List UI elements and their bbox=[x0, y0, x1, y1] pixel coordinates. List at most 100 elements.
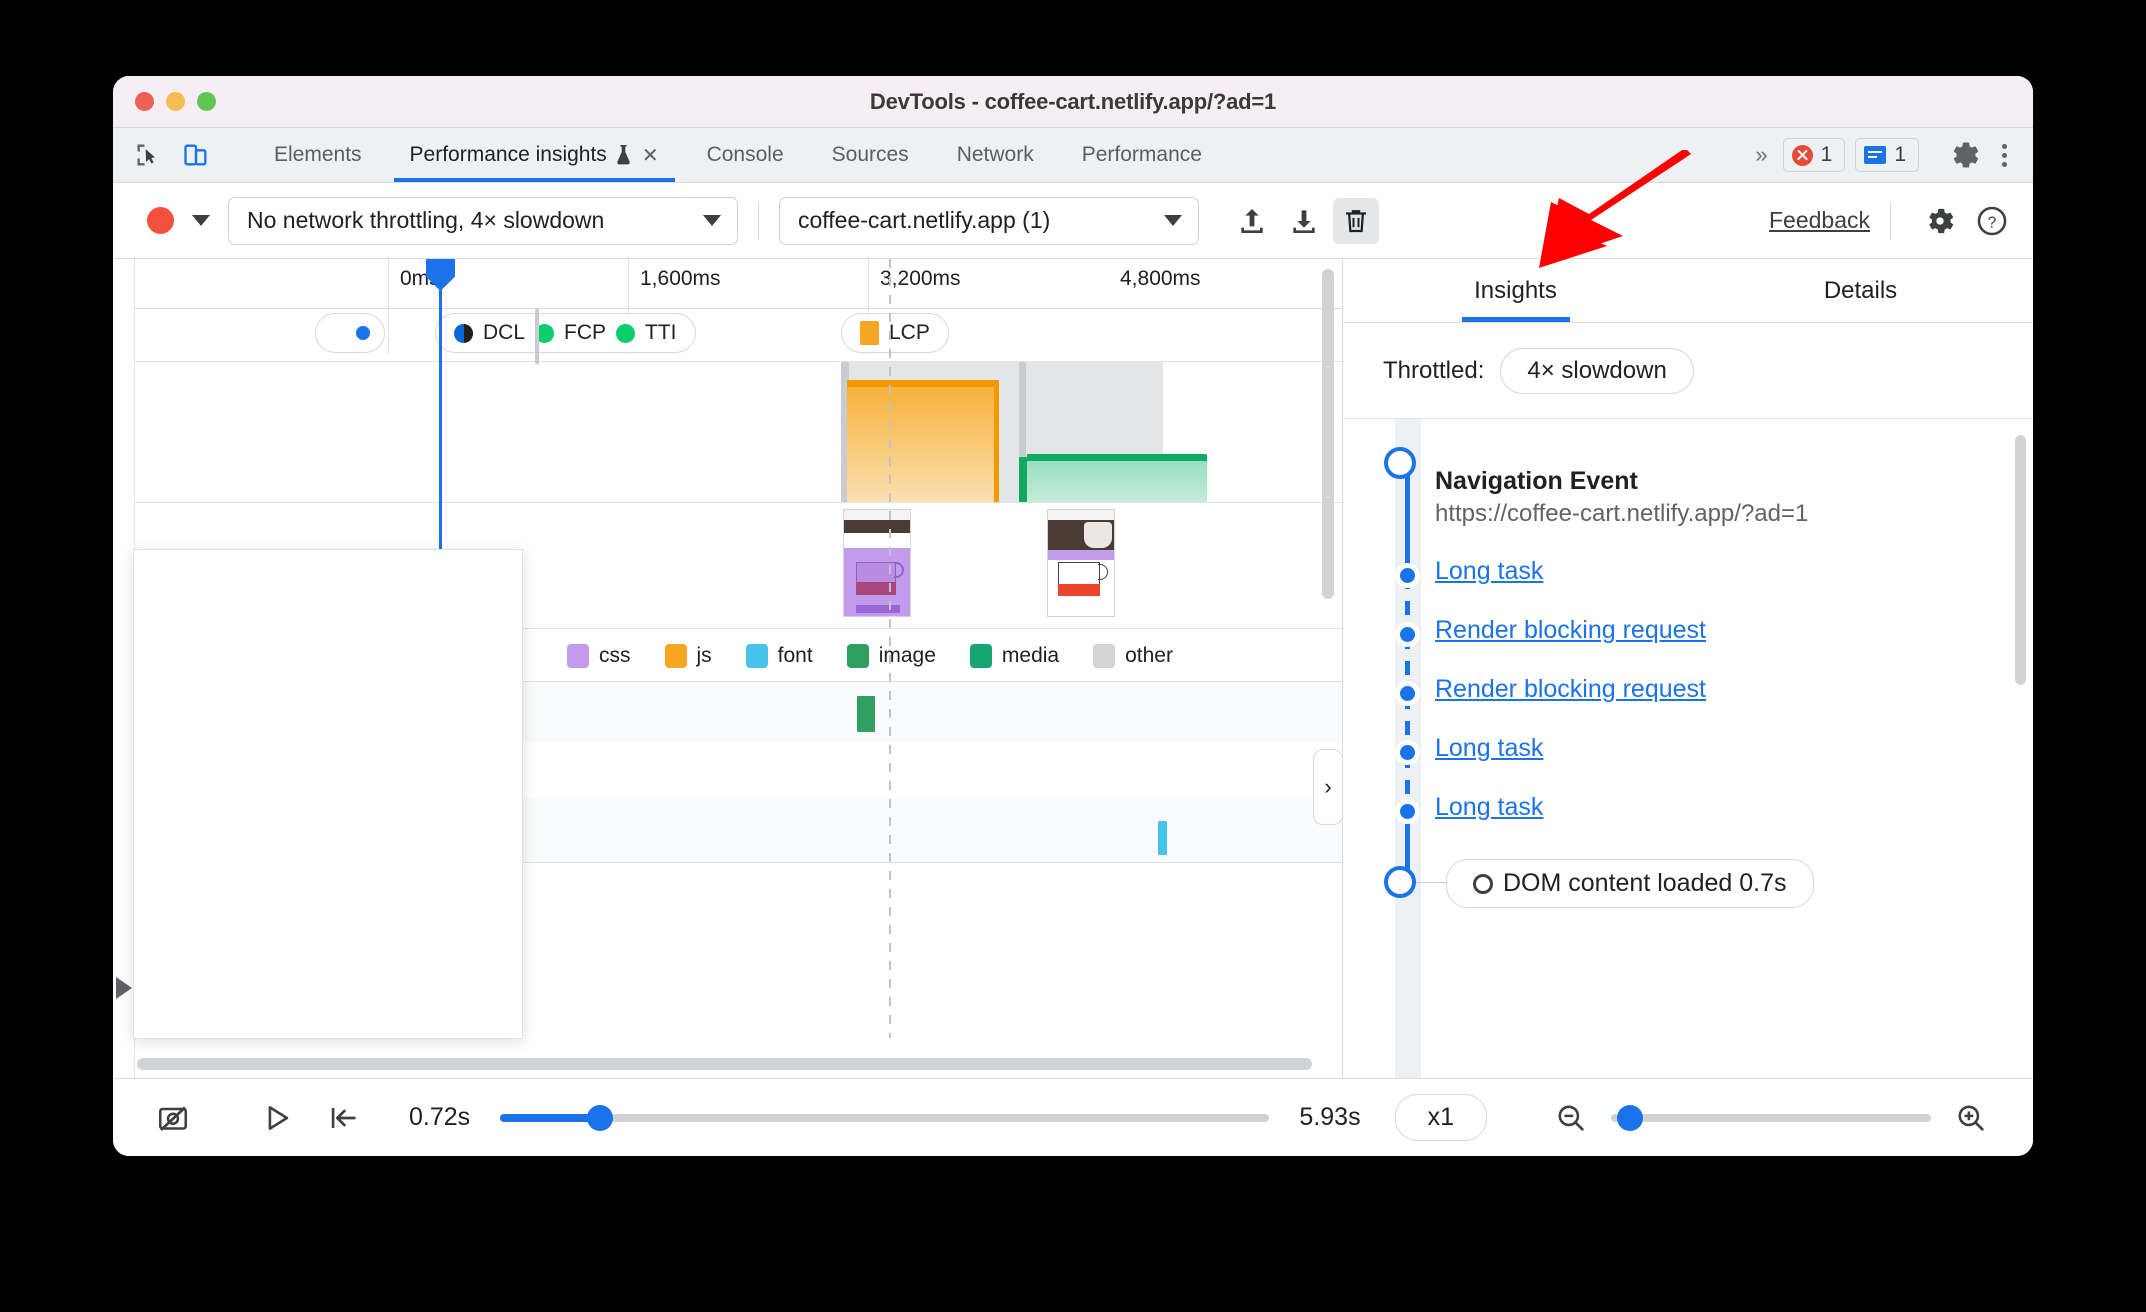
insight-link-2[interactable]: Render blocking request bbox=[1435, 616, 1706, 644]
tab-insights-label: Insights bbox=[1474, 276, 1557, 304]
insight-node-4-icon bbox=[1395, 740, 1420, 765]
more-options-icon[interactable] bbox=[1992, 143, 2017, 167]
jump-to-start-button[interactable] bbox=[319, 1094, 367, 1142]
js-activity-block[interactable] bbox=[847, 380, 999, 502]
filmstrip-thumbnail-2[interactable] bbox=[1047, 509, 1115, 617]
legend-item-font: font bbox=[745, 644, 813, 668]
help-icon[interactable]: ? bbox=[1969, 198, 2015, 244]
marker-chip-partial[interactable] bbox=[315, 313, 385, 353]
tab-network[interactable]: Network bbox=[933, 128, 1058, 182]
zoom-slider[interactable] bbox=[1611, 1104, 1931, 1131]
screenshot-toggle-button[interactable] bbox=[149, 1094, 197, 1142]
tab-elements[interactable]: Elements bbox=[250, 128, 386, 182]
message-count-badge[interactable]: 1 bbox=[1855, 138, 1919, 172]
network-request-image[interactable] bbox=[857, 696, 875, 732]
sidebar-collapse-handle[interactable]: › bbox=[1313, 749, 1342, 825]
dom-content-loaded-label: DOM content loaded 0.7s bbox=[1503, 869, 1787, 897]
dom-content-loaded-badge[interactable]: DOM content loaded 0.7s bbox=[1446, 859, 1814, 908]
network-throttling-select[interactable]: No network throttling, 4× slowdown bbox=[228, 196, 738, 245]
error-count: 1 bbox=[1820, 143, 1833, 166]
marker-chip-lcp[interactable]: LCP bbox=[841, 313, 949, 353]
legend-item-css: css bbox=[567, 644, 631, 668]
inspect-element-icon[interactable] bbox=[131, 138, 165, 172]
insight-item-1[interactable]: Long task bbox=[1343, 557, 1543, 586]
legend-item-other: other bbox=[1093, 644, 1173, 668]
timeline-ruler[interactable]: 0ms 1,600ms 3,200ms 4,800ms bbox=[135, 259, 1342, 354]
chevron-down-icon bbox=[1164, 215, 1182, 226]
legend-item-js: js bbox=[664, 644, 712, 668]
network-request-font[interactable] bbox=[1158, 821, 1167, 855]
message-icon bbox=[1864, 146, 1887, 164]
close-tab-icon[interactable]: ✕ bbox=[642, 143, 659, 168]
ruler-tick-3: 4,800ms bbox=[1120, 267, 1201, 290]
tab-console-label: Console bbox=[706, 143, 784, 166]
device-toolbar-icon[interactable] bbox=[179, 138, 213, 172]
insight-link-3[interactable]: Render blocking request bbox=[1435, 675, 1706, 703]
tab-insights[interactable]: Insights bbox=[1343, 259, 1688, 322]
timeline-markers: DCL FCP TTI LCP bbox=[135, 309, 1342, 361]
sidebar-tab-list: Insights Details bbox=[1343, 259, 2033, 323]
play-button[interactable] bbox=[253, 1094, 301, 1142]
timeline-vertical-scrollbar[interactable] bbox=[1322, 269, 1334, 599]
upload-profile-button[interactable] bbox=[1229, 198, 1275, 244]
tab-list: Elements Performance insights ✕ Console … bbox=[250, 128, 1747, 182]
tab-sources[interactable]: Sources bbox=[808, 128, 933, 182]
toolbar-divider-2 bbox=[1890, 201, 1891, 240]
download-profile-button[interactable] bbox=[1281, 198, 1327, 244]
tab-performance-insights[interactable]: Performance insights ✕ bbox=[386, 128, 683, 182]
clear-recording-button[interactable] bbox=[1333, 197, 1379, 244]
devtools-window: DevTools - coffee-cart.netlify.app/?ad=1 bbox=[113, 76, 2033, 1156]
time-range-track[interactable] bbox=[500, 1104, 1270, 1131]
zoom-in-button[interactable] bbox=[1947, 1094, 1995, 1142]
zoom-slider-thumb[interactable] bbox=[1617, 1104, 1644, 1131]
expand-track-1-icon[interactable] bbox=[116, 977, 132, 999]
timeline-horizontal-scrollbar[interactable] bbox=[137, 1058, 1312, 1070]
record-button[interactable] bbox=[147, 207, 174, 234]
record-options-chevron-down-icon[interactable] bbox=[192, 215, 210, 226]
sidebar-vertical-scrollbar[interactable] bbox=[2015, 435, 2026, 685]
insights-list[interactable]: Navigation Event https://coffee-cart.net… bbox=[1343, 419, 2033, 1078]
screenshot-root: DevTools - coffee-cart.netlify.app/?ad=1 bbox=[0, 0, 2146, 1312]
marker-label-lcp: LCP bbox=[889, 321, 930, 344]
lcp-icon bbox=[860, 321, 879, 345]
toolbar-settings-icon[interactable] bbox=[1917, 198, 1963, 244]
insight-node-3-icon bbox=[1395, 681, 1420, 706]
zoom-out-button[interactable] bbox=[1547, 1094, 1595, 1142]
insight-link-1[interactable]: Long task bbox=[1435, 557, 1543, 585]
legend-item-image: image bbox=[846, 644, 936, 668]
marker-chip-dcl-fcp-tti[interactable]: DCL FCP TTI bbox=[435, 313, 696, 353]
tab-performance[interactable]: Performance bbox=[1058, 128, 1226, 182]
settings-gear-icon[interactable] bbox=[1948, 138, 1982, 172]
more-tabs-icon[interactable]: » bbox=[1747, 142, 1772, 168]
media-activity-block[interactable] bbox=[1027, 454, 1207, 502]
insight-item-4[interactable]: Long task bbox=[1343, 734, 1543, 763]
insight-link-4[interactable]: Long task bbox=[1435, 734, 1543, 762]
flask-icon bbox=[615, 144, 632, 166]
start-time-label: 0.72s bbox=[409, 1103, 471, 1131]
tab-elements-label: Elements bbox=[274, 143, 362, 166]
dom-event-circle-icon bbox=[1473, 873, 1493, 894]
filmstrip-thumbnail-1[interactable] bbox=[843, 509, 911, 617]
performance-timeline[interactable]: 0ms 1,600ms 3,200ms 4,800ms DCL FCP TTI … bbox=[113, 259, 1343, 1078]
insight-item-5[interactable]: Long task bbox=[1343, 793, 1543, 822]
insight-navigation-event[interactable]: Navigation Event https://coffee-cart.net… bbox=[1343, 445, 2033, 528]
error-count-badge[interactable]: 1 bbox=[1782, 138, 1846, 172]
tab-performance-label: Performance bbox=[1081, 143, 1202, 166]
time-range-thumb[interactable] bbox=[587, 1104, 614, 1131]
playback-speed-button[interactable]: x1 bbox=[1394, 1094, 1487, 1141]
zoom-slider-track[interactable] bbox=[1611, 1104, 1931, 1131]
chevron-down-icon bbox=[703, 215, 721, 226]
navigation-event-title: Navigation Event bbox=[1435, 467, 1638, 495]
insight-node-5-icon bbox=[1395, 799, 1420, 824]
insight-link-5[interactable]: Long task bbox=[1435, 793, 1543, 821]
time-range-fill bbox=[500, 1113, 601, 1122]
time-range-slider[interactable] bbox=[500, 1104, 1270, 1131]
svg-text:?: ? bbox=[1988, 214, 1997, 231]
timeline-hover-line bbox=[889, 259, 891, 1038]
tab-console[interactable]: Console bbox=[683, 128, 808, 182]
legend-label-image: image bbox=[878, 644, 936, 667]
feedback-link[interactable]: Feedback bbox=[1769, 207, 1870, 234]
tab-details[interactable]: Details bbox=[1688, 259, 2033, 322]
page-select[interactable]: coffee-cart.netlify.app (1) bbox=[779, 196, 1199, 245]
network-legend: css js font image media other bbox=[567, 644, 1173, 668]
